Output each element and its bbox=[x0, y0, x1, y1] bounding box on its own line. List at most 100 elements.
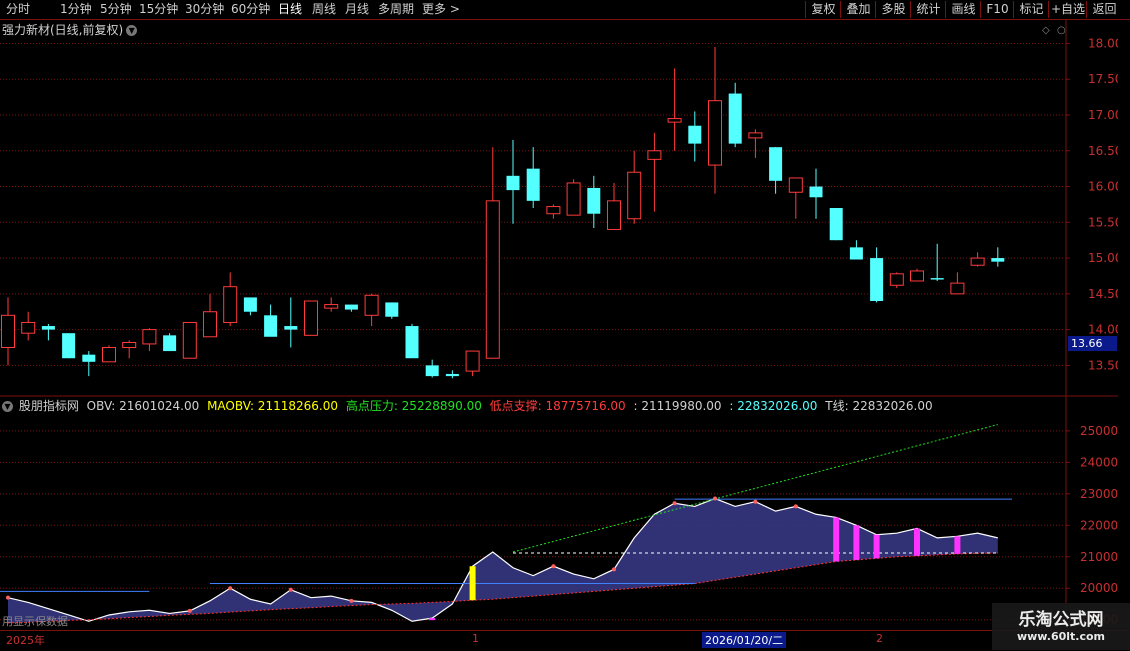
period-60min[interactable]: 60分钟 bbox=[231, 1, 270, 17]
current-price-badge: 13.66 bbox=[1068, 336, 1117, 351]
value-2: : 22832026.00 bbox=[729, 399, 818, 413]
period-monthly[interactable]: 月线 bbox=[345, 1, 369, 17]
candle-body bbox=[182, 321, 197, 359]
candle-body bbox=[566, 182, 581, 216]
peak-marker bbox=[672, 501, 677, 506]
btn-fuquan[interactable]: 复权 bbox=[805, 1, 841, 18]
period-toolbar: 分时 1分钟 5分钟 15分钟 30分钟 60分钟 日线 周线 月线 多周期 更… bbox=[0, 0, 1130, 20]
chevron-right-icon: > bbox=[449, 2, 460, 16]
side-info-strip[interactable] bbox=[1118, 20, 1130, 395]
candle-body bbox=[62, 333, 76, 359]
btn-biaoji[interactable]: 标记 bbox=[1013, 1, 1049, 18]
obv-tick-label: 24000 bbox=[1080, 455, 1118, 469]
candle-body bbox=[304, 300, 318, 336]
low-support-value: 低点支撑: 18775716.00 bbox=[489, 399, 626, 413]
peak-marker bbox=[6, 595, 10, 600]
candle-body bbox=[788, 177, 803, 193]
candle-body bbox=[243, 297, 257, 312]
price-tick-label: 17.00 bbox=[1088, 108, 1118, 122]
chevron-down-icon[interactable]: ▼ bbox=[2, 401, 13, 412]
t-line-value: T线: 22832026.00 bbox=[825, 399, 933, 413]
candle-body bbox=[950, 282, 965, 295]
candle-body bbox=[445, 373, 459, 377]
price-tick-label: 15.00 bbox=[1088, 251, 1118, 265]
price-tick-label: 14.50 bbox=[1088, 287, 1118, 301]
date-month-1: 1 bbox=[472, 632, 479, 645]
candle-body bbox=[284, 326, 298, 330]
peak-marker bbox=[228, 586, 233, 591]
signal-bar bbox=[954, 536, 961, 554]
candle-body bbox=[465, 350, 480, 372]
candle-body bbox=[647, 150, 662, 160]
price-tick-label: 18.00 bbox=[1088, 36, 1118, 50]
period-5min[interactable]: 5分钟 bbox=[100, 1, 132, 17]
candle-body bbox=[688, 125, 702, 144]
candle-body bbox=[102, 347, 116, 363]
candle-body bbox=[748, 132, 763, 139]
watermark: 乐淘公式网 www.60lt.com bbox=[992, 603, 1130, 650]
date-year: 2025年 bbox=[6, 634, 45, 647]
candle-body bbox=[607, 200, 621, 230]
candle-body bbox=[82, 354, 96, 362]
candle-body bbox=[1, 314, 15, 348]
price-tick-label: 13.50 bbox=[1088, 358, 1118, 372]
peak-marker bbox=[551, 564, 556, 569]
obv-tick-label: 22000 bbox=[1080, 518, 1118, 532]
candle-body bbox=[506, 175, 520, 191]
signal-bar bbox=[469, 566, 476, 601]
indicator-header: ▼ 股朋指标网 OBV: 21601024.00 MAOBV: 21118266… bbox=[2, 397, 937, 414]
candle-body bbox=[425, 365, 439, 377]
signal-bar bbox=[429, 618, 436, 621]
diamond-icon[interactable]: ◇ bbox=[1042, 25, 1050, 36]
candle-body bbox=[870, 258, 884, 301]
period-daily[interactable]: 日线 bbox=[278, 1, 302, 17]
obv-series bbox=[0, 424, 1012, 624]
obv-value: OBV: 21601024.00 bbox=[86, 399, 200, 413]
candle-body bbox=[405, 326, 419, 359]
watermark-url: www.60lt.com bbox=[1016, 630, 1106, 643]
candle-body bbox=[485, 200, 500, 359]
btn-zixuan[interactable]: +自选 bbox=[1048, 1, 1087, 18]
date-cursor: 2026/01/20/二 bbox=[702, 632, 787, 648]
candle-body bbox=[364, 294, 379, 316]
period-more[interactable]: 更多 > bbox=[422, 1, 460, 17]
candle-body bbox=[122, 341, 137, 349]
indicator-name[interactable]: 股朋指标网 bbox=[19, 399, 79, 413]
obv-axis: 19000200002100022000230002400025000 bbox=[1066, 424, 1118, 627]
btn-diejia[interactable]: 叠加 bbox=[840, 1, 876, 18]
candle-body bbox=[526, 168, 540, 201]
candle-body bbox=[587, 187, 601, 214]
period-1min[interactable]: 1分钟 bbox=[60, 1, 92, 17]
chart-area: 13.50 14.00 14.50 15.00 15.50 16.00 16.50 17.00… bbox=[0, 20, 1118, 630]
btn-f10[interactable]: F10 bbox=[980, 1, 1014, 18]
candle-body bbox=[991, 258, 1005, 262]
circle-icon[interactable]: ○ bbox=[1057, 25, 1066, 36]
price-tick-label: 17.50 bbox=[1088, 72, 1118, 86]
btn-duogu[interactable]: 多股 bbox=[875, 1, 911, 18]
signal-bar bbox=[914, 528, 920, 556]
peak-marker bbox=[612, 567, 616, 572]
period-multi[interactable]: 多周期 bbox=[378, 1, 414, 17]
peak-marker bbox=[753, 499, 758, 504]
candle-body bbox=[627, 171, 642, 220]
candle-body bbox=[546, 206, 561, 215]
period-15min[interactable]: 15分钟 bbox=[139, 1, 178, 17]
candle-body bbox=[385, 302, 399, 317]
candlestick-series bbox=[1, 47, 1005, 379]
peak-marker bbox=[793, 504, 798, 509]
obv-tick-label: 25000 bbox=[1080, 424, 1118, 438]
period-30min[interactable]: 30分钟 bbox=[185, 1, 224, 17]
price-tick-label: 16.50 bbox=[1088, 144, 1118, 158]
btn-fanhui[interactable]: 返回 bbox=[1086, 1, 1122, 18]
candle-body bbox=[708, 100, 722, 166]
candle-body bbox=[970, 257, 985, 266]
period-more-label: 更多 bbox=[422, 2, 447, 16]
candle-body bbox=[21, 321, 36, 334]
period-weekly[interactable]: 周线 bbox=[312, 1, 336, 17]
candle-body bbox=[203, 311, 217, 338]
price-tick-label: 16.00 bbox=[1088, 180, 1118, 194]
btn-huaxian[interactable]: 画线 bbox=[945, 1, 981, 18]
btn-tongji[interactable]: 统计 bbox=[910, 1, 946, 18]
period-fenshi[interactable]: 分时 bbox=[6, 1, 30, 17]
candle-body bbox=[142, 329, 157, 345]
